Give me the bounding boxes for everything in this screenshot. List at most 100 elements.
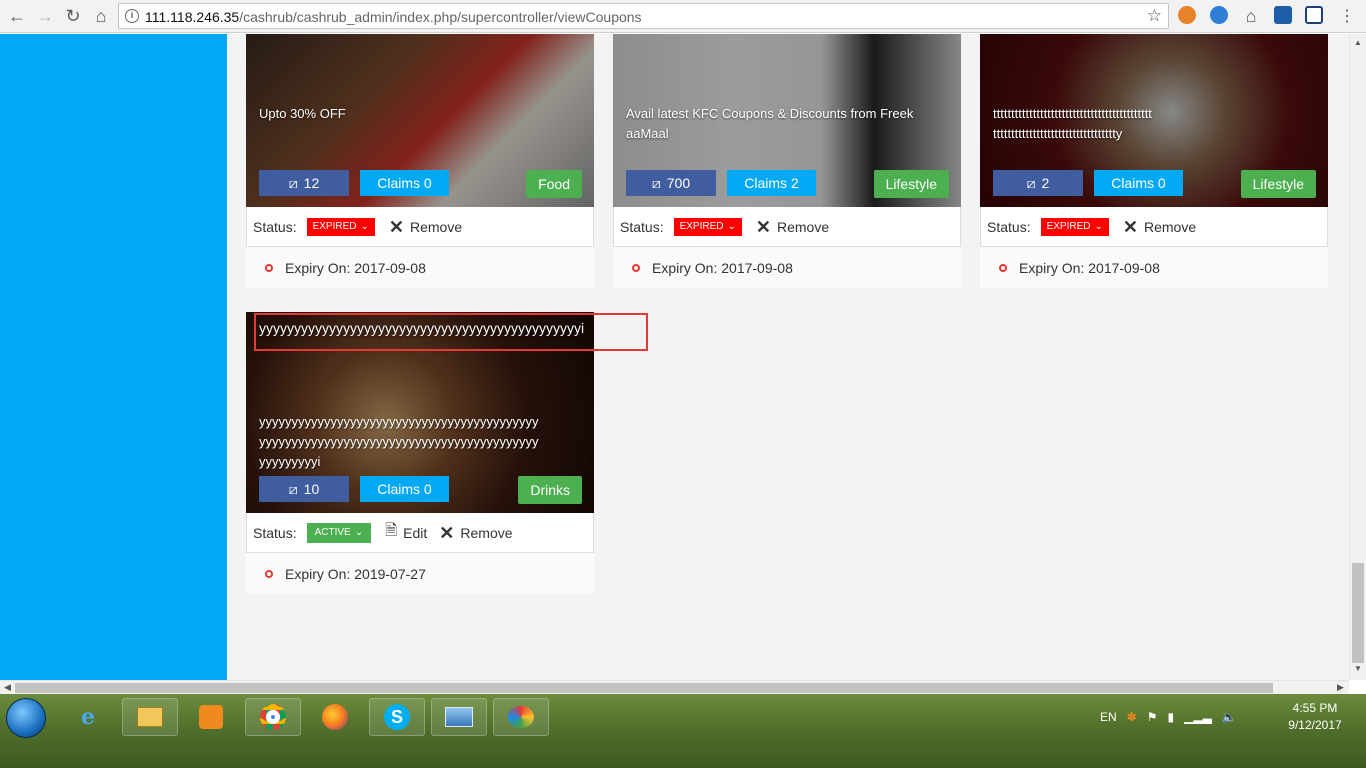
horizontal-scrollbar[interactable]: ◀ ▶ <box>0 680 1349 694</box>
media-player-icon[interactable] <box>183 698 239 736</box>
scroll-up-icon[interactable]: ▲ <box>1354 38 1362 47</box>
taskbar: e S EN ✽ ⚑ ▮ ▁▂▃ 🔈 4:55 PM 9/12/2017 <box>0 694 1366 768</box>
expiry-row: Expiry On: 2017-09-08 <box>613 247 961 288</box>
category-button[interactable]: Drinks <box>518 476 582 504</box>
extension-icon-3[interactable] <box>1274 6 1292 24</box>
scroll-down-icon[interactable]: ▼ <box>1354 664 1362 673</box>
horizontal-scroll-thumb[interactable] <box>15 683 1273 693</box>
skype-icon[interactable]: S <box>369 698 425 736</box>
internet-explorer-icon[interactable]: e <box>60 698 116 736</box>
claims-button[interactable]: Claims 0 <box>1094 170 1183 196</box>
remove-label: Remove <box>460 524 513 541</box>
remove-button[interactable]: ✕ Remove <box>389 218 462 236</box>
status-dropdown[interactable]: EXPIRED ⌄ <box>1040 217 1109 236</box>
clock-date: 9/12/2017 <box>1288 718 1342 732</box>
paint-icon[interactable] <box>493 698 549 736</box>
remove-button[interactable]: ✕ Remove <box>1123 218 1196 236</box>
coupon-title: Avail latest KFC Coupons & Discounts fro… <box>626 106 914 141</box>
file-explorer-icon[interactable] <box>122 698 178 736</box>
usage-count-button[interactable]: ⧄ 700 <box>626 170 716 196</box>
chrome-icon[interactable] <box>245 698 301 736</box>
coupon-title: tttttttttttttttttttttttttttttttttttttttt… <box>993 106 1152 141</box>
address-bar[interactable]: i 111.118.246.35/cashrub/cashrub_admin/i… <box>118 3 1169 29</box>
star-icon[interactable]: ☆ <box>1147 6 1162 26</box>
coupon-title: Upto 30% OFF <box>259 106 346 121</box>
url-text[interactable]: 111.118.246.35/cashrub/cashrub_admin/ind… <box>145 9 642 25</box>
start-button[interactable] <box>6 698 46 738</box>
usage-count: 700 <box>666 175 691 191</box>
category-button[interactable]: Food <box>526 170 582 198</box>
tag-icon: ⧄ <box>651 174 661 191</box>
claims-button[interactable]: Claims 2 <box>727 170 816 196</box>
extension-icon-1[interactable] <box>1178 6 1196 24</box>
claims-button[interactable]: Claims 0 <box>360 170 449 196</box>
expiry-text: Expiry On: 2017-09-08 <box>652 259 793 276</box>
language-indicator[interactable]: EN <box>1100 710 1117 724</box>
status-value: EXPIRED <box>312 221 357 232</box>
usage-count-button[interactable]: ⧄ 12 <box>259 170 349 196</box>
highlight-box <box>254 313 648 351</box>
firefox-icon[interactable] <box>307 698 363 736</box>
extension-icon-4[interactable] <box>1305 6 1323 24</box>
tag-icon: ⧄ <box>1026 174 1036 191</box>
chevron-down-icon: ⌄ <box>360 221 369 232</box>
chevron-down-icon: ⌄ <box>1094 221 1103 232</box>
scroll-right-icon[interactable]: ▶ <box>1337 682 1344 693</box>
status-label: Status: <box>253 218 297 235</box>
usage-count: 10 <box>303 481 320 497</box>
home-extension-icon[interactable]: ⌂ <box>1240 5 1262 27</box>
vertical-scroll-thumb[interactable] <box>1352 563 1364 663</box>
close-icon: ✕ <box>1122 216 1138 237</box>
coupon-title: yyyyyyyyyyyyyyyyyyyyyyyyyyyyyyyyyyyyyyyy… <box>259 414 539 469</box>
tag-icon: ⧄ <box>288 480 298 497</box>
photo-viewer-icon[interactable] <box>431 698 487 736</box>
expiry-row: Expiry On: 2019-07-27 <box>246 553 594 594</box>
expiry-text: Expiry On: 2017-09-08 <box>1019 259 1160 276</box>
usage-count: 2 <box>1041 175 1050 191</box>
claims-button[interactable]: Claims 0 <box>360 476 449 502</box>
battery-icon[interactable]: ▮ <box>1168 710 1175 724</box>
signal-icon[interactable]: ▁▂▃ <box>1184 710 1212 724</box>
status-dropdown[interactable]: EXPIRED ⌄ <box>306 217 375 236</box>
chevron-down-icon: ⌄ <box>354 527 364 538</box>
menu-icon[interactable]: ⋮ <box>1336 5 1358 27</box>
info-icon[interactable]: i <box>125 9 139 23</box>
home-icon[interactable]: ⌂ <box>90 5 112 27</box>
tag-icon: ⧄ <box>288 174 298 191</box>
extension-icon-2[interactable] <box>1210 6 1228 24</box>
bullet-icon <box>632 263 640 272</box>
status-row: Status: EXPIRED ⌄ ✕ Remove <box>980 207 1328 247</box>
expiry-row: Expiry On: 2017-09-08 <box>246 247 594 288</box>
edit-button[interactable]: 🗎 Edit <box>385 520 427 545</box>
avast-icon[interactable]: ✽ <box>1127 710 1137 724</box>
status-value: EXPIRED <box>1046 221 1091 232</box>
clock[interactable]: 4:55 PM 9/12/2017 <box>1280 700 1350 734</box>
flag-icon[interactable]: ⚑ <box>1147 710 1158 724</box>
coupon-banner-image: Upto 30% OFF ⧄ 12 Claims 0 Food <box>246 34 594 207</box>
category-button[interactable]: Lifestyle <box>873 170 949 198</box>
reload-icon[interactable]: ↻ <box>62 5 84 27</box>
back-icon[interactable]: ← <box>6 5 28 27</box>
chevron-down-icon: ⌄ <box>727 221 736 232</box>
system-tray: EN ✽ ⚑ ▮ ▁▂▃ 🔈 <box>1100 702 1237 732</box>
remove-label: Remove <box>776 218 830 235</box>
remove-button[interactable]: ✕ Remove <box>756 218 829 236</box>
usage-count-button[interactable]: ⧄ 10 <box>259 476 349 502</box>
scroll-left-icon[interactable]: ◀ <box>4 682 11 693</box>
remove-button[interactable]: ✕ Remove <box>439 524 512 542</box>
close-icon: ✕ <box>388 216 404 237</box>
status-value: EXPIRED <box>679 221 724 232</box>
status-dropdown[interactable]: ACTIVE ⌄ <box>306 522 372 543</box>
forward-icon[interactable]: → <box>34 5 56 27</box>
category-button[interactable]: Lifestyle <box>1240 170 1316 198</box>
coupon-banner-image: Avail latest KFC Coupons & Discounts fro… <box>613 34 961 207</box>
volume-icon[interactable]: 🔈 <box>1222 710 1237 724</box>
url-path: /cashrub/cashrub_admin/index.php/superco… <box>239 9 642 25</box>
clock-time: 4:55 PM <box>1292 701 1338 715</box>
status-dropdown[interactable]: EXPIRED ⌄ <box>673 217 742 236</box>
vertical-scrollbar[interactable]: ▲ ▼ <box>1349 34 1366 680</box>
usage-count-button[interactable]: ⧄ 2 <box>993 170 1083 196</box>
edit-label: Edit <box>403 524 428 541</box>
expiry-text: Expiry On: 2019-07-27 <box>285 565 426 582</box>
status-label: Status: <box>620 218 664 235</box>
